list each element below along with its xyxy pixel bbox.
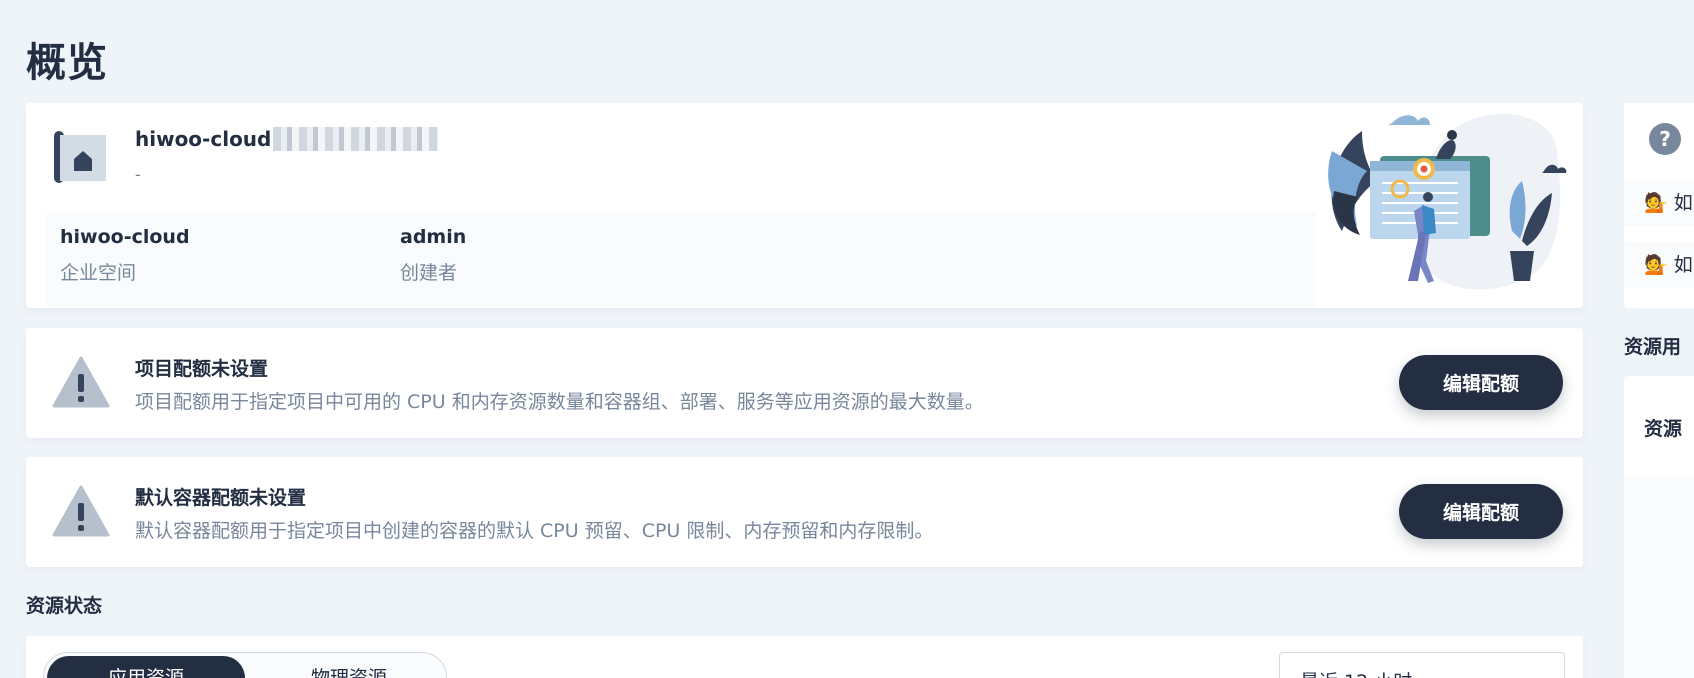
workspace-name: hiwoo-cloud — [135, 127, 439, 151]
project-quota-description: 项目配额用于指定项目中可用的 CPU 和内存资源数量和容器组、部署、服务等应用资… — [135, 391, 984, 413]
edit-project-quota-button[interactable]: 编辑配额 — [1399, 355, 1563, 410]
resource-type-switch: 应用资源 物理资源 — [43, 652, 447, 678]
resource-usage-card: 资源 — [1624, 376, 1694, 678]
default-container-quota-card: 默认容器配额未设置 默认容器配额用于指定项目中创建的容器的默认 CPU 预留、C… — [26, 457, 1583, 567]
info-creator-label: 创建者 — [400, 262, 458, 284]
time-range-value: 最近 12 小时 — [1300, 667, 1412, 678]
workspace-name-text: hiwoo-cloud — [135, 127, 272, 151]
redacted-text — [273, 127, 439, 151]
tab-app-resources[interactable]: 应用资源 — [47, 656, 245, 678]
warning-icon — [52, 485, 110, 537]
tab-physical-resources[interactable]: 物理资源 — [259, 656, 439, 678]
project-quota-card: 项目配额未设置 项目配额用于指定项目中可用的 CPU 和内存资源数量和容器组、部… — [26, 328, 1583, 438]
resource-usage-label: 资源 — [1644, 418, 1683, 440]
resource-status-card: 应用资源 物理资源 最近 12 小时 ⌄ — [26, 636, 1583, 678]
project-quota-title: 项目配额未设置 — [135, 358, 269, 380]
info-workspace: hiwoo-cloud 企业空间 — [60, 226, 190, 285]
default-container-quota-title: 默认容器配额未设置 — [135, 487, 307, 509]
warning-icon — [52, 356, 110, 408]
help-card: ? 💁 如 💁 如 — [1624, 103, 1694, 308]
help-icon[interactable]: ? — [1649, 123, 1681, 155]
edit-default-container-quota-button[interactable]: 编辑配额 — [1399, 484, 1563, 539]
workspace-info-strip: hiwoo-cloud 企业空间 admin 创建者 — [46, 212, 1316, 308]
info-workspace-label: 企业空间 — [60, 262, 137, 284]
page-title: 概览 — [26, 40, 108, 86]
workspace-icon — [54, 131, 106, 183]
resource-status-title: 资源状态 — [26, 595, 103, 617]
info-creator-value: admin — [400, 226, 467, 248]
workspace-overview-card: hiwoo-cloud - hiwoo-cloud 企业空间 admin 创建者 — [26, 103, 1583, 308]
resource-usage-band — [1624, 476, 1694, 678]
info-workspace-value: hiwoo-cloud — [60, 226, 190, 248]
resource-usage-title: 资源用 — [1624, 336, 1682, 358]
default-container-quota-description: 默认容器配额用于指定项目中创建的容器的默认 CPU 预留、CPU 限制、内存预留… — [135, 520, 934, 542]
info-creator: admin 创建者 — [400, 226, 466, 285]
help-link-2[interactable]: 💁 如 — [1624, 242, 1694, 288]
help-link-1[interactable]: 💁 如 — [1624, 180, 1694, 226]
time-range-select[interactable]: 最近 12 小时 ⌄ — [1279, 652, 1565, 678]
overview-illustration — [1328, 113, 1567, 290]
workspace-description: - — [135, 165, 141, 184]
